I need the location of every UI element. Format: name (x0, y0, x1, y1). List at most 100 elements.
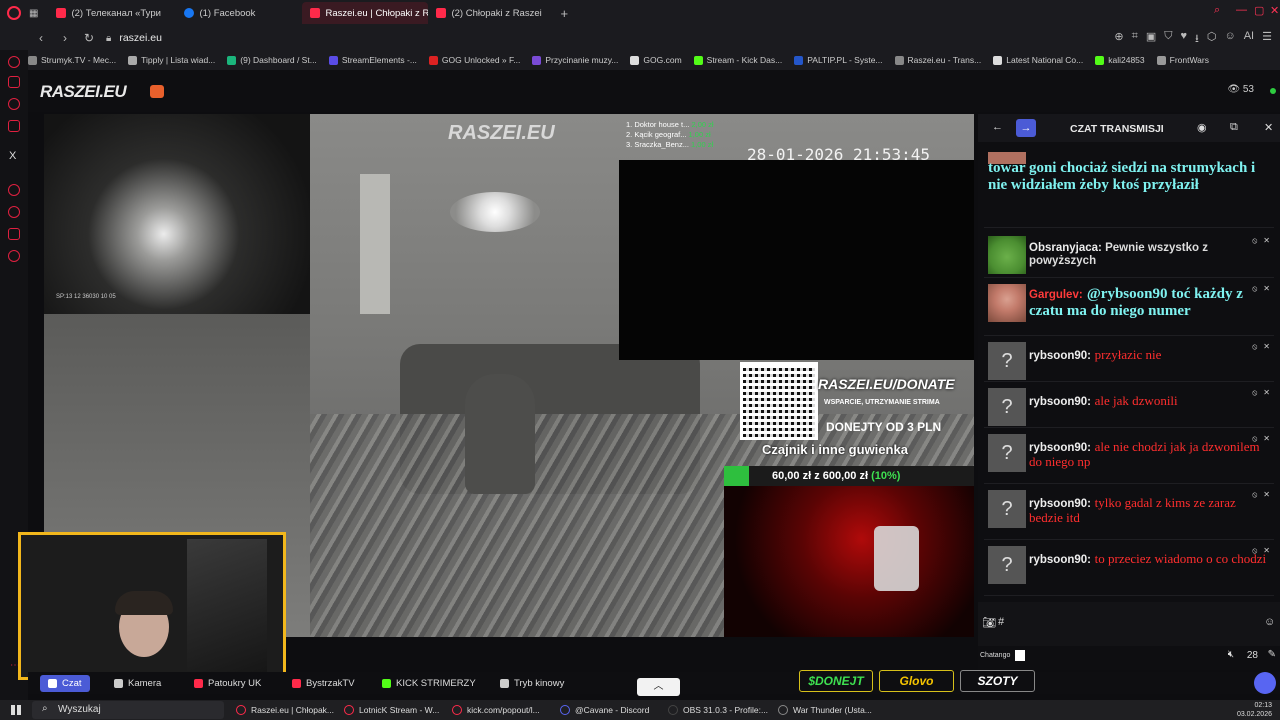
tab-patoukry[interactable]: Patoukry UK (186, 675, 269, 692)
sidebar-player-icon[interactable] (8, 184, 20, 196)
discord-tray-icon[interactable] (1254, 672, 1276, 694)
maximize-icon[interactable]: ▢ (1254, 4, 1264, 17)
bookmark-item[interactable]: Tipply | Lista wiad... (128, 55, 215, 65)
sponsor-szoty[interactable]: SZOTY (960, 670, 1035, 692)
tab-grid-icon[interactable]: ▦ (29, 8, 38, 19)
snapshot-icon[interactable]: ⌗ (1132, 30, 1138, 49)
chatango-label[interactable]: Chatango (980, 652, 1010, 659)
sidebar-messenger-icon[interactable] (8, 98, 20, 110)
delete-icon[interactable]: ✕ (1263, 236, 1270, 246)
tab-kick-strimerzy[interactable]: KICK STRIMERZY (374, 675, 484, 692)
download-icon[interactable]: ⭳ (1195, 30, 1199, 49)
delete-icon[interactable]: ✕ (1263, 490, 1270, 500)
share-icon[interactable]: ✎ (1268, 649, 1276, 660)
taskbar-app[interactable]: @Cavane - Discord (560, 702, 649, 718)
reload-icon[interactable]: ↻ (80, 31, 98, 45)
delete-icon[interactable]: ✕ (1263, 546, 1270, 556)
url-field[interactable]: raszei.eu (119, 32, 162, 44)
delete-icon[interactable]: ✕ (1263, 388, 1270, 398)
sponsor-donejt[interactable]: $DONEJT (799, 670, 873, 692)
emoji-icon[interactable]: ☺ (1264, 616, 1275, 628)
bookmark-item[interactable]: GOG Unlocked » F... (428, 55, 520, 65)
chat-close-icon[interactable]: ✕ (1264, 121, 1273, 134)
chat-back-icon[interactable]: ← (992, 121, 1003, 133)
tab-chlopaki[interactable]: (2) Chłopaki z Raszei (428, 2, 554, 24)
back-icon[interactable]: ‹ (32, 31, 50, 45)
windows-start-icon[interactable] (11, 705, 21, 715)
ban-icon[interactable]: ⦸ (1252, 490, 1257, 500)
sidebar-settings-icon[interactable] (8, 250, 20, 262)
popout-icon[interactable]: ⧉ (1230, 121, 1238, 134)
close-window-icon[interactable]: ✕ (1270, 4, 1279, 17)
account-icon[interactable]: ☺ (1224, 30, 1235, 49)
sidebar-arrow-icon[interactable] (8, 56, 20, 68)
tab-tryb-kinowy[interactable]: Tryb kinowy (492, 675, 572, 692)
bookmark-item[interactable]: Przycinanie muzy... (532, 55, 618, 65)
delete-icon[interactable]: ✕ (1263, 284, 1270, 294)
scroll-up-button[interactable]: ︿ (637, 678, 680, 696)
sidebar-x-icon[interactable]: X (9, 150, 16, 162)
camera-icon[interactable]: 📷︎ (982, 616, 996, 629)
ban-icon[interactable]: ⦸ (1252, 434, 1257, 444)
ban-icon[interactable]: ⦸ (1252, 388, 1257, 398)
bookmark-item[interactable]: (9) Dashboard / St... (227, 55, 317, 65)
user-avatar[interactable]: ? (988, 434, 1026, 472)
tab-facebook[interactable]: (1) Facebook (176, 2, 300, 24)
new-tab-icon[interactable]: + (560, 6, 568, 21)
bookmark-item[interactable]: kali24853 (1095, 55, 1145, 65)
chat-forward-icon[interactable]: → (1016, 119, 1036, 137)
ban-icon[interactable]: ⦸ (1252, 342, 1257, 352)
chat-username[interactable]: Obsranyjaca: (1029, 242, 1102, 254)
user-avatar[interactable]: ? (988, 490, 1026, 528)
user-avatar[interactable] (988, 236, 1026, 274)
forward-icon[interactable]: › (56, 31, 74, 45)
chat-username[interactable]: rybsoon90: (1029, 498, 1091, 510)
delete-icon[interactable]: ✕ (1263, 342, 1270, 352)
tab-kamera[interactable]: Kamera (106, 675, 169, 692)
opera-logo-icon[interactable] (7, 6, 21, 20)
chat-username[interactable]: rybsoon90: (1029, 554, 1091, 566)
screenshot-icon[interactable]: ▣ (1146, 30, 1156, 49)
tab-turi[interactable]: (2) Телеканал «Тури (48, 2, 176, 24)
heart-icon[interactable]: ♥ (1180, 30, 1187, 49)
tab-bystrzak[interactable]: BystrzakTV (284, 675, 363, 692)
hashtag-icon[interactable]: # (998, 616, 1004, 628)
minimize-icon[interactable]: — (1236, 4, 1247, 16)
sidebar-instagram-icon[interactable] (8, 120, 20, 132)
sponsor-glovo[interactable]: Glovo (879, 670, 954, 692)
sidebar-pin-icon[interactable] (8, 228, 20, 240)
bookmark-item[interactable]: GOG.com (630, 55, 682, 65)
bookmark-item[interactable]: Raszei.eu - Trans... (894, 55, 981, 65)
ban-icon[interactable]: ⦸ (1252, 236, 1257, 246)
user-avatar[interactable]: ? (988, 342, 1026, 380)
taskbar-app[interactable]: War Thunder (Usta... (778, 702, 872, 718)
chat-username[interactable]: Gargulev: (1029, 289, 1083, 301)
chat-username[interactable]: rybsoon90: (1029, 442, 1091, 454)
taskbar-app[interactable]: Raszei.eu | Chłopak... (236, 702, 334, 718)
taskbar-app[interactable]: OBS 31.0.3 - Profile:... (668, 702, 768, 718)
ai-icon[interactable]: AI (1244, 30, 1254, 49)
chat-input-area[interactable]: 📷︎ # ☺ (978, 602, 1280, 646)
site-logo[interactable]: RASZEI.EU (40, 82, 127, 102)
taskbar-app[interactable]: LotnicK Stream - W... (344, 702, 439, 718)
user-avatar[interactable] (988, 284, 1026, 322)
sidebar-history-icon[interactable] (8, 206, 20, 218)
bookmark-item[interactable]: FrontWars (1156, 55, 1209, 65)
tab-czat[interactable]: Czat (40, 675, 90, 692)
bookmark-item[interactable]: PALTIP.PL - Syste... (794, 55, 883, 65)
bookmark-item[interactable]: Latest National Co... (993, 55, 1083, 65)
ban-icon[interactable]: ⦸ (1252, 284, 1257, 294)
menu-icon[interactable]: ☰ (1262, 30, 1272, 49)
taskbar-app[interactable]: kick.com/popout/l... (452, 702, 540, 718)
chat-username[interactable]: rybsoon90: (1029, 350, 1091, 362)
user-avatar[interactable]: ? (988, 388, 1026, 426)
tab-raszei[interactable]: Raszei.eu | Chłopaki z Ra (302, 2, 429, 24)
search-tabs-icon[interactable]: ⌕ (1214, 4, 1220, 17)
bookmark-item[interactable]: StreamElements -... (328, 55, 417, 65)
chat-username[interactable]: rybsoon90: (1029, 396, 1091, 408)
mute-icon[interactable]: 🔇︎ (1228, 649, 1234, 660)
discord-icon[interactable]: ◉ (1197, 121, 1207, 134)
shield-icon[interactable]: ⛉ (1164, 30, 1172, 49)
user-avatar[interactable]: ? (988, 546, 1026, 584)
system-tray-clock[interactable]: 02:13 03.02.2026 (1237, 701, 1272, 719)
